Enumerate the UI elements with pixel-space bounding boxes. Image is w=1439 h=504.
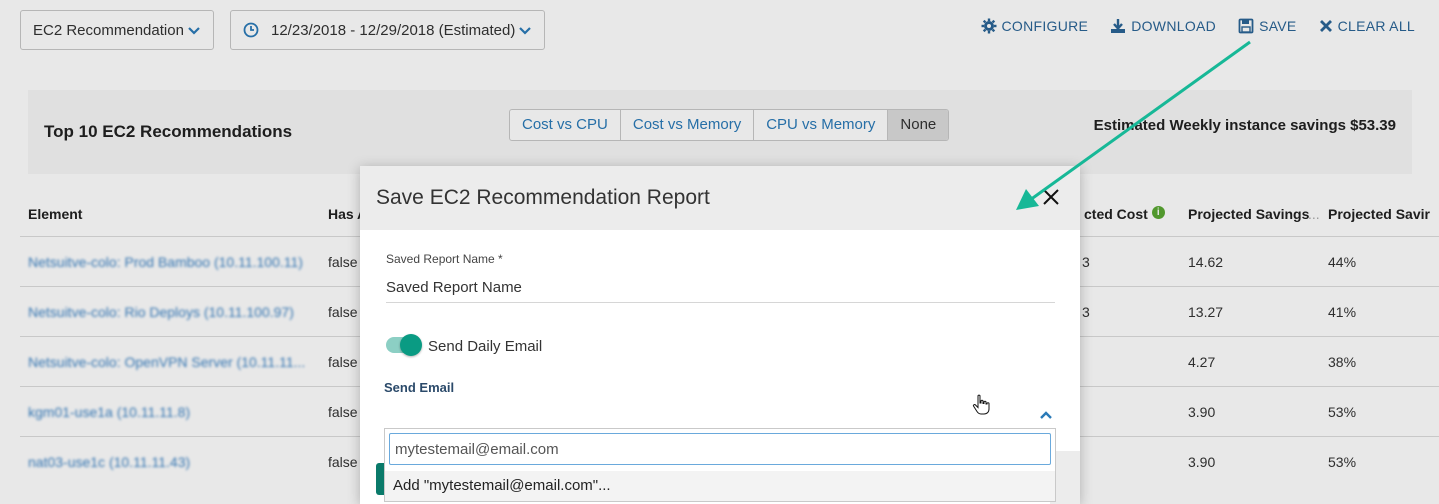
chevron-up-icon[interactable] — [1039, 408, 1053, 422]
add-email-option[interactable]: Add "mytestemail@email.com"... — [385, 471, 1055, 501]
close-icon[interactable] — [1042, 188, 1060, 206]
send-email-label: Send Email — [384, 380, 455, 395]
toggle-knob — [400, 334, 422, 356]
report-name-input[interactable]: Saved Report Name — [386, 279, 1055, 303]
modal-title: Save EC2 Recommendation Report — [376, 186, 710, 209]
email-input[interactable] — [389, 433, 1051, 465]
send-daily-email-label: Send Daily Email — [428, 338, 543, 355]
email-combobox: Add "mytestemail@email.com"... — [384, 428, 1056, 502]
report-name-label: Saved Report Name * — [386, 252, 503, 266]
hand-cursor-icon — [972, 394, 990, 415]
send-daily-email-toggle[interactable] — [386, 334, 422, 356]
modal-header: Save EC2 Recommendation Report — [360, 166, 1080, 230]
